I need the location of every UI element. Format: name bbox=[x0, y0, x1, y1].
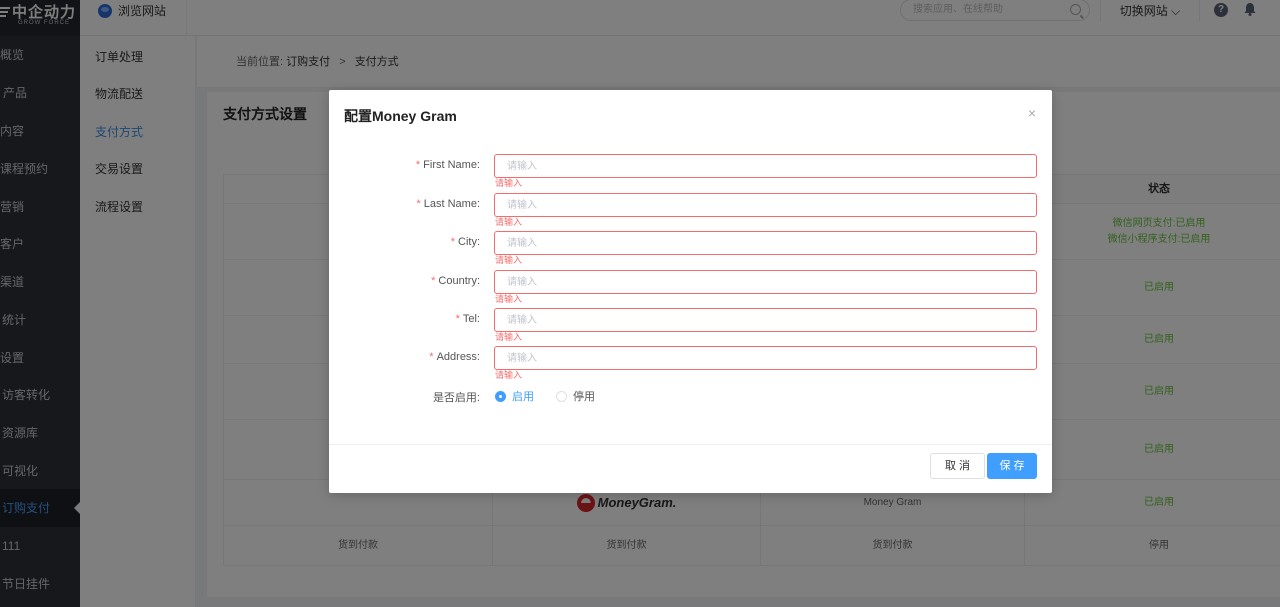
field-label-text: Country: bbox=[438, 275, 480, 287]
country-input[interactable] bbox=[494, 270, 1037, 294]
enable-radio-group: 是否启用: 启用 停用 bbox=[329, 388, 1052, 404]
first-name-input[interactable] bbox=[494, 154, 1037, 178]
cancel-button[interactable]: 取 消 bbox=[930, 453, 986, 479]
last-name-error: 请输入 bbox=[495, 217, 523, 227]
form-row-tel: * Tel: 请输入 bbox=[329, 308, 1052, 346]
dialog-title: 配置Money Gram bbox=[344, 108, 457, 124]
required-mark: * bbox=[429, 351, 434, 363]
dialog-footer: 取 消 保 存 bbox=[329, 444, 1052, 493]
field-label-text: City: bbox=[458, 236, 480, 248]
required-mark: * bbox=[415, 159, 421, 171]
enable-radio-off[interactable]: 停用 bbox=[556, 388, 595, 404]
last-name-label: * Last Name: bbox=[416, 198, 480, 210]
address-input[interactable] bbox=[494, 346, 1037, 370]
enable-radio-on[interactable]: 启用 bbox=[495, 388, 534, 404]
radio-on-label: 启用 bbox=[512, 391, 534, 403]
close-icon[interactable]: × bbox=[1028, 106, 1036, 120]
required-mark: * bbox=[455, 313, 460, 325]
field-label-text: Tel: bbox=[462, 313, 480, 325]
last-name-input[interactable] bbox=[494, 193, 1037, 217]
address-label: * Address: bbox=[429, 351, 480, 363]
radio-off-label: 停用 bbox=[573, 391, 595, 403]
enable-label: 是否启用: bbox=[432, 392, 480, 404]
moneygram-config-dialog: 配置Money Gram × *First Name: 请输入 *Last Na… bbox=[329, 90, 1052, 493]
field-label-text: Last Name: bbox=[423, 198, 480, 210]
form-row-last-name: * Last Name: 请输入 bbox=[329, 193, 1052, 231]
form-row-country: * Country: 请输入 bbox=[329, 270, 1052, 308]
save-button[interactable]: 保 存 bbox=[987, 453, 1037, 479]
first-name-error: 请输入 bbox=[495, 178, 523, 188]
tel-input[interactable] bbox=[494, 308, 1037, 332]
tel-error: 请输入 bbox=[495, 332, 523, 342]
form-row-first-name: * First Name: 请输入 bbox=[329, 154, 1052, 192]
required-mark: * bbox=[416, 198, 421, 210]
country-label: * Country: bbox=[431, 275, 480, 287]
radio-unchecked-icon bbox=[556, 390, 567, 402]
required-mark: * bbox=[431, 275, 436, 287]
city-input[interactable] bbox=[494, 231, 1037, 255]
form-row-city: * City: 请输入 bbox=[329, 231, 1052, 269]
required-mark: * bbox=[450, 236, 455, 248]
tel-label: * Tel: bbox=[456, 313, 480, 325]
first-name-label: * First Name: bbox=[416, 159, 480, 171]
form-row-address: * Address: 请输入 bbox=[329, 346, 1052, 384]
radio-checked-icon bbox=[495, 390, 506, 402]
city-error: 请输入 bbox=[495, 255, 523, 265]
field-label-text: First Name: bbox=[423, 159, 480, 171]
country-error: 请输入 bbox=[495, 294, 523, 304]
field-label-text: Address: bbox=[436, 351, 480, 363]
address-error: 请输入 bbox=[495, 370, 523, 380]
city-label: * City: bbox=[451, 236, 480, 248]
